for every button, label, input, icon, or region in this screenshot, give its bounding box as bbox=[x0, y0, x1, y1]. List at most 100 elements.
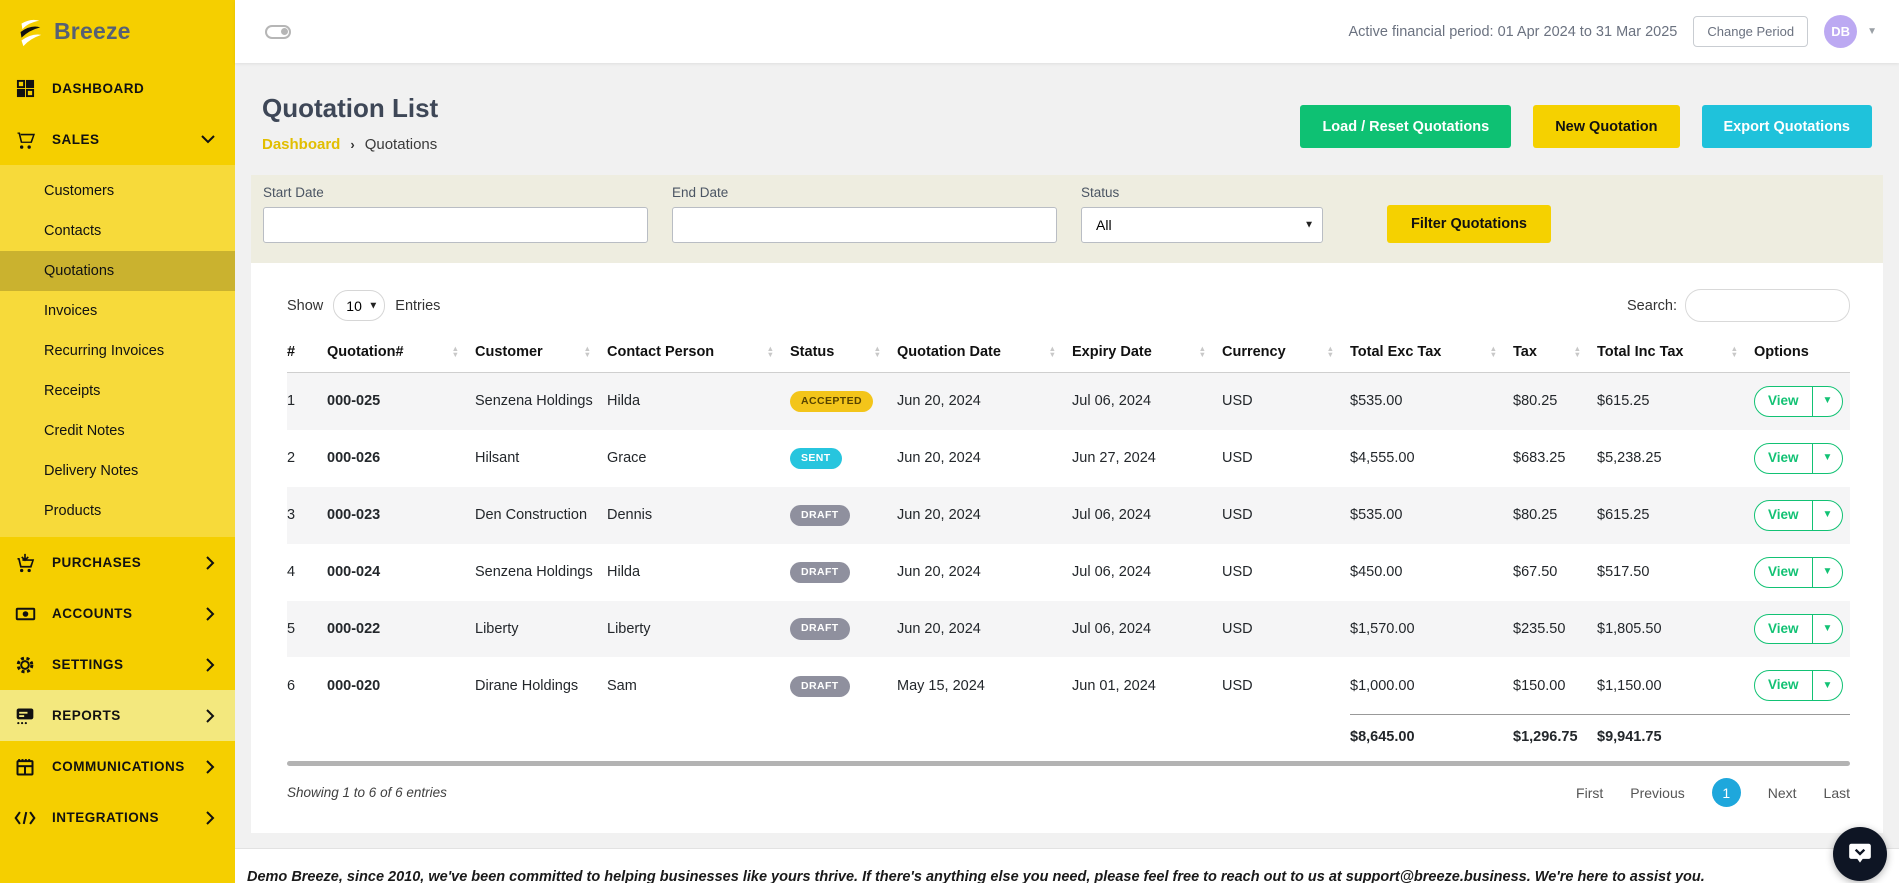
export-quotations-button[interactable]: Export Quotations bbox=[1701, 105, 1872, 148]
submenu-item-contacts[interactable]: Contacts bbox=[0, 211, 235, 251]
table-row[interactable]: 3 000-023 Den Construction Dennis DRAFT … bbox=[287, 486, 1850, 544]
submenu-item-receipts[interactable]: Receipts bbox=[0, 371, 235, 411]
tax: $80.25 bbox=[1513, 393, 1558, 410]
view-button-label[interactable]: View bbox=[1755, 558, 1812, 587]
view-dropdown-caret-icon[interactable]: ▼ bbox=[1811, 671, 1843, 701]
table-row[interactable]: 2 000-026 Hilsant Grace SENT Jun 20, 202… bbox=[287, 430, 1850, 487]
table-row[interactable]: 6 000-020 Dirane Holdings Sam DRAFT May … bbox=[287, 657, 1850, 714]
start-date-input[interactable] bbox=[263, 207, 648, 243]
view-split-button[interactable]: View ▼ bbox=[1754, 613, 1844, 645]
sidebar-item-communications[interactable]: COMMUNICATIONS bbox=[0, 741, 235, 792]
status-select[interactable]: All bbox=[1081, 207, 1323, 243]
sidebar-item-dashboard[interactable]: DASHBOARD bbox=[0, 63, 235, 114]
submenu-item-invoices[interactable]: Invoices bbox=[0, 291, 235, 331]
col-header-tax[interactable]: Tax ▲ ▼ bbox=[1513, 344, 1597, 373]
breadcrumb-separator-icon: › bbox=[350, 137, 355, 152]
sort-icon[interactable]: ▲ ▼ bbox=[1574, 345, 1581, 359]
table-row[interactable]: 1 000-025 Senzena Holdings Hilda ACCEPTE… bbox=[287, 372, 1850, 430]
page-size-select[interactable]: 10 bbox=[333, 290, 386, 321]
view-split-button[interactable]: View ▼ bbox=[1754, 442, 1844, 474]
sort-icon[interactable]: ▲ ▼ bbox=[584, 345, 591, 359]
col-header-total-inc-tax[interactable]: Total Inc Tax ▲ ▼ bbox=[1597, 344, 1754, 373]
horizontal-scrollbar[interactable] bbox=[287, 761, 1850, 767]
col-header-status[interactable]: Status ▲ ▼ bbox=[790, 344, 897, 373]
submenu-item-quotations[interactable]: Quotations bbox=[0, 251, 235, 291]
submenu-item-credit-notes[interactable]: Credit Notes bbox=[0, 411, 235, 451]
view-button-label[interactable]: View bbox=[1755, 387, 1812, 416]
sort-icon[interactable]: ▲ ▼ bbox=[1199, 345, 1206, 359]
submenu-item-customers[interactable]: Customers bbox=[0, 171, 235, 211]
sidebar-item-label: SALES bbox=[52, 132, 100, 147]
pagination-next[interactable]: Next bbox=[1768, 785, 1797, 801]
submenu-item-delivery-notes[interactable]: Delivery Notes bbox=[0, 451, 235, 491]
view-dropdown-caret-icon[interactable]: ▼ bbox=[1811, 557, 1843, 587]
col-header-total-exc-tax[interactable]: Total Exc Tax ▲ ▼ bbox=[1350, 344, 1513, 373]
view-dropdown-caret-icon[interactable]: ▼ bbox=[1811, 614, 1843, 644]
pagination-previous[interactable]: Previous bbox=[1630, 785, 1684, 801]
sort-icon[interactable]: ▲ ▼ bbox=[1490, 345, 1497, 359]
new-quotation-button[interactable]: New Quotation bbox=[1533, 105, 1680, 148]
avatar[interactable]: DB bbox=[1824, 15, 1858, 48]
sidebar-toggle[interactable] bbox=[265, 24, 291, 39]
table-row[interactable]: 5 000-022 Liberty Liberty DRAFT Jun 20, … bbox=[287, 600, 1850, 658]
col-header-quotation[interactable]: Quotation# ▲ ▼ bbox=[327, 344, 475, 373]
page-actions: Load / Reset Quotations New Quotation Ex… bbox=[1300, 93, 1872, 148]
col-header-quotation-date[interactable]: Quotation Date ▲ ▼ bbox=[897, 344, 1072, 373]
submenu-item-products[interactable]: Products bbox=[0, 491, 235, 531]
end-date-input[interactable] bbox=[672, 207, 1057, 243]
dashboard-icon bbox=[12, 79, 38, 98]
col-header-expiry-date[interactable]: Expiry Date ▲ ▼ bbox=[1072, 344, 1222, 373]
breadcrumb-dashboard-link[interactable]: Dashboard bbox=[262, 136, 340, 153]
chevron-right-icon bbox=[206, 555, 215, 570]
filter-quotations-button[interactable]: Filter Quotations bbox=[1387, 205, 1551, 243]
change-period-button[interactable]: Change Period bbox=[1693, 16, 1809, 47]
brand-logo[interactable]: Breeze bbox=[0, 0, 235, 63]
col-header-currency[interactable]: Currency ▲ ▼ bbox=[1222, 344, 1350, 373]
sort-icon[interactable]: ▲ ▼ bbox=[1049, 345, 1056, 359]
sidebar-item-purchases[interactable]: PURCHASES bbox=[0, 537, 235, 588]
sidebar-item-integrations[interactable]: INTEGRATIONS bbox=[0, 792, 235, 843]
table-header: # Quotation# ▲ ▼ Customer ▲ ▼ Contact Person… bbox=[287, 344, 1850, 373]
view-split-button[interactable]: View ▼ bbox=[1754, 670, 1844, 702]
sidebar-item-accounts[interactable]: ACCOUNTS bbox=[0, 588, 235, 639]
avatar-dropdown-caret-icon[interactable]: ▼ bbox=[1867, 26, 1877, 37]
total-inc-tax: $1,805.50 bbox=[1597, 620, 1662, 637]
col-header-index[interactable]: # bbox=[287, 344, 327, 373]
row-index: 5 bbox=[287, 620, 296, 637]
sidebar-item-settings[interactable]: SETTINGS bbox=[0, 639, 235, 690]
view-split-button[interactable]: View ▼ bbox=[1754, 499, 1844, 531]
view-button-label[interactable]: View bbox=[1755, 671, 1812, 700]
view-button-label[interactable]: View bbox=[1755, 501, 1812, 530]
sidebar-item-sales[interactable]: SALES bbox=[0, 114, 235, 165]
view-split-button[interactable]: View ▼ bbox=[1754, 556, 1844, 588]
view-button-label[interactable]: View bbox=[1755, 444, 1812, 473]
view-dropdown-caret-icon[interactable]: ▼ bbox=[1811, 500, 1843, 530]
sort-icon[interactable]: ▲ ▼ bbox=[874, 345, 881, 359]
total-inc-tax: $5,238.25 bbox=[1597, 450, 1662, 467]
pagination-page-1[interactable]: 1 bbox=[1711, 778, 1741, 808]
financial-period-text: Active financial period: 01 Apr 2024 to … bbox=[1348, 23, 1678, 40]
view-split-button[interactable]: View ▼ bbox=[1754, 386, 1844, 417]
col-header-contact-person[interactable]: Contact Person ▲ ▼ bbox=[607, 344, 790, 373]
view-button-label[interactable]: View bbox=[1755, 615, 1812, 644]
quotation-number: 000-025 bbox=[327, 393, 381, 410]
total-exc-tax: $1,000.00 bbox=[1350, 677, 1415, 694]
contact-person: Grace bbox=[607, 450, 647, 467]
col-header-customer[interactable]: Customer ▲ ▼ bbox=[475, 344, 607, 373]
sort-icon[interactable]: ▲ ▼ bbox=[1731, 345, 1738, 359]
pagination-first[interactable]: First bbox=[1576, 785, 1603, 801]
view-dropdown-caret-icon[interactable]: ▼ bbox=[1811, 443, 1843, 473]
submenu-item-recurring-invoices[interactable]: Recurring Invoices bbox=[0, 331, 235, 371]
chat-widget-button[interactable] bbox=[1833, 827, 1887, 881]
sidebar-item-reports[interactable]: REPORTS bbox=[0, 690, 235, 741]
app-root: Breeze DASHBOARD SALES Customers Contact… bbox=[0, 0, 1899, 883]
sort-icon[interactable]: ▲ ▼ bbox=[767, 345, 774, 359]
load-reset-quotations-button[interactable]: Load / Reset Quotations bbox=[1300, 105, 1512, 148]
sort-icon[interactable]: ▲ ▼ bbox=[452, 345, 459, 359]
sort-icon[interactable]: ▲ ▼ bbox=[1327, 345, 1334, 359]
pagination-last[interactable]: Last bbox=[1824, 785, 1850, 801]
table-row[interactable]: 4 000-024 Senzena Holdings Hilda DRAFT J… bbox=[287, 544, 1850, 601]
view-dropdown-caret-icon[interactable]: ▼ bbox=[1811, 387, 1843, 416]
total-tax-value: $1,296.75 bbox=[1513, 714, 1597, 758]
search-input[interactable] bbox=[1685, 289, 1850, 322]
